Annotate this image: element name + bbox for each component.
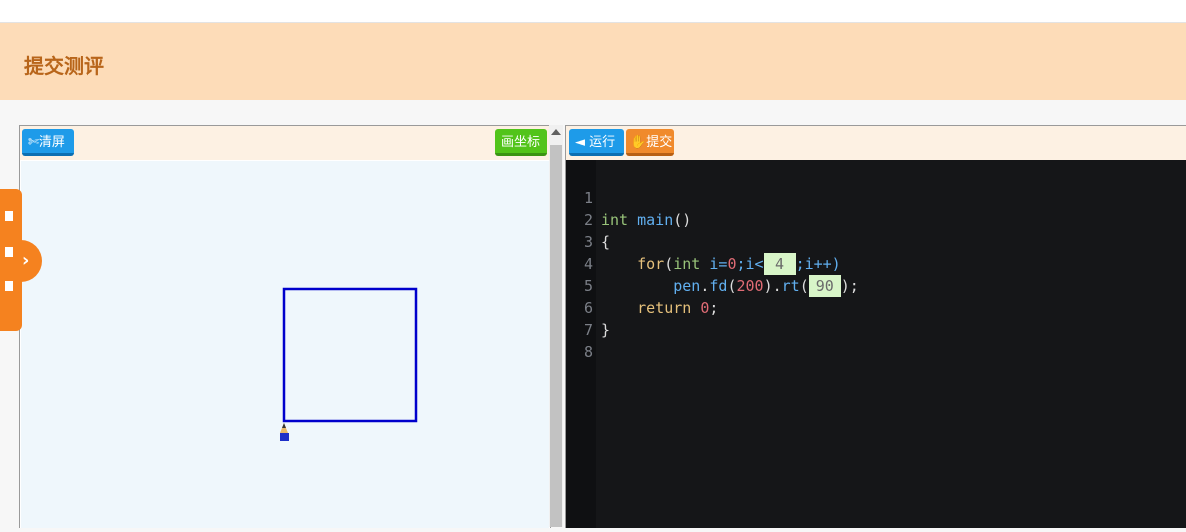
keyword-return: return <box>637 299 692 317</box>
top-bar <box>0 0 1186 23</box>
scroll-up-arrow-icon[interactable] <box>551 129 561 135</box>
drawing-toolbar: ✄清屏 画坐标 <box>20 126 550 160</box>
fill-blank-1[interactable]: 4 <box>763 253 796 275</box>
scissors-icon: ✄ <box>28 135 39 150</box>
drawn-square <box>282 287 418 423</box>
code-editor[interactable]: 1 int main() 2 { 3 for(int i=0;i< 4 ;i++) … <box>566 160 1186 528</box>
keyword-for: for <box>637 255 665 273</box>
drawing-canvas[interactable] <box>21 161 549 528</box>
chevron-right-icon: › <box>22 250 30 271</box>
condition: ;i< <box>736 255 764 273</box>
clear-screen-label: 清屏 <box>38 135 65 150</box>
method-rt: rt <box>781 277 800 295</box>
turtle-drawing <box>280 287 418 441</box>
close-semicolon: ); <box>840 277 859 295</box>
increment: ;i++) <box>795 255 841 273</box>
run-label: 运行 <box>589 135 616 150</box>
code-line: 5 return 0; <box>566 253 718 317</box>
code-line: 2 { <box>566 187 620 251</box>
semicolon: ; <box>709 299 719 317</box>
code-line: 8 <box>566 319 620 361</box>
scroll-thumb[interactable] <box>550 145 562 527</box>
play-left-icon: ◄ <box>575 135 590 150</box>
drawing-panel: ✄清屏 画坐标 <box>19 125 551 528</box>
run-button[interactable]: ◄ 运行 <box>569 129 624 156</box>
code-line: 7 <box>566 297 620 339</box>
paren: ( <box>664 255 674 273</box>
submit-button[interactable]: ✋提交 <box>626 129 674 156</box>
paren: ( <box>799 277 809 295</box>
submit-label: 提交 <box>646 135 673 150</box>
code-line: 1 int main() <box>566 165 691 229</box>
code-toolbar: ◄ 运行 ✋提交 <box>566 126 1186 160</box>
page-title: 提交测评 <box>24 54 104 78</box>
draw-coordinates-button[interactable]: 画坐标 <box>495 129 547 156</box>
function-name: main <box>637 211 674 229</box>
loop-var: i= <box>700 255 728 273</box>
code-line: 4 pen.fd(200).rt(90); <box>566 231 859 297</box>
paren-dot: ). <box>763 277 782 295</box>
fill-blank-2[interactable]: 90 <box>808 275 841 297</box>
keyword-int: int <box>673 255 701 273</box>
side-tab-glyph <box>5 247 13 257</box>
side-tab-glyph <box>5 281 13 291</box>
side-tab-glyph <box>5 211 13 221</box>
hand-icon: ✋ <box>630 135 647 150</box>
clear-screen-button[interactable]: ✄清屏 <box>22 129 74 156</box>
line-number: 8 <box>583 343 593 361</box>
pencil-icon <box>280 423 289 441</box>
pen-object: pen <box>673 277 701 295</box>
parens: () <box>673 211 692 229</box>
vertical-scrollbar[interactable] <box>549 125 563 527</box>
code-line: 6 } <box>566 275 620 339</box>
code-panel: ◄ 运行 ✋提交 1 int main() 2 { 3 for(int i=0;… <box>565 125 1186 528</box>
number: 200 <box>736 277 764 295</box>
method-fd: fd <box>709 277 728 295</box>
code-line: 3 for(int i=0;i< 4 ;i++) <box>566 209 841 275</box>
page-header: 提交测评 <box>0 23 1186 100</box>
